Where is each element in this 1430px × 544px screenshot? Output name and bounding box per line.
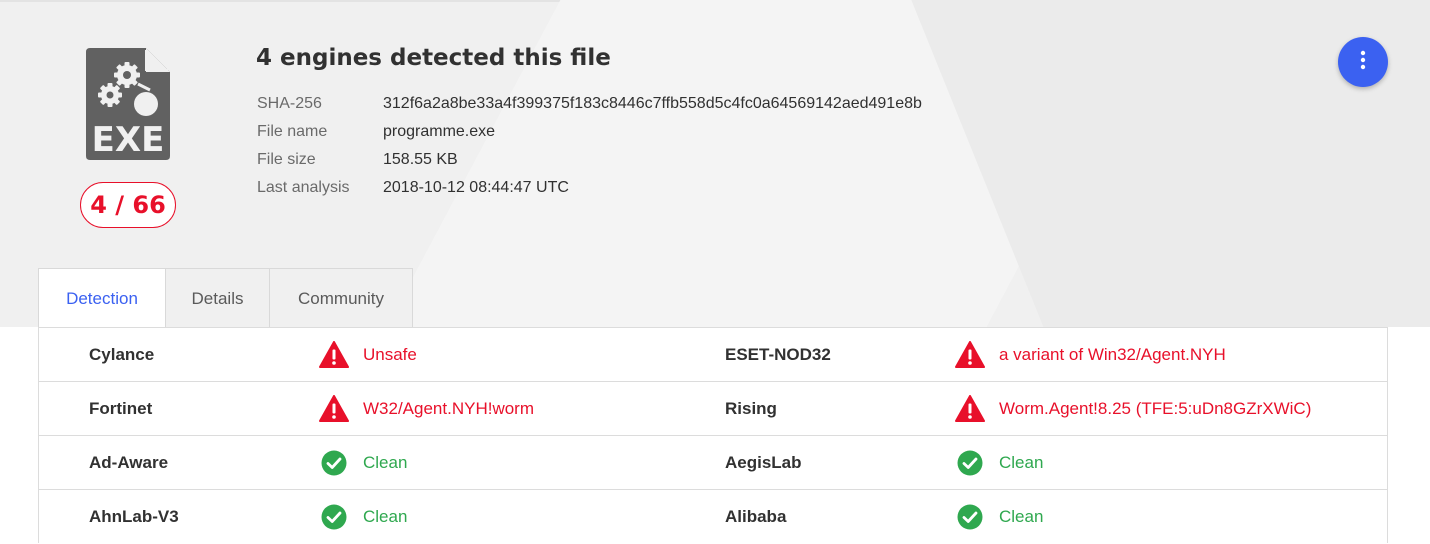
result-label: Clean [999, 452, 1044, 472]
tab-detection[interactable]: Detection [39, 269, 166, 329]
meta-row-sha256: SHA-256 312f6a2a8be33a4f399375f183c8446c… [257, 90, 922, 118]
engine-name: Rising [725, 398, 777, 418]
meta-key: File name [257, 123, 328, 140]
table-row: Fortinet W32/Agent.NYH!worm Rising Worm.… [39, 382, 1387, 436]
engine-name: Alibaba [725, 506, 787, 526]
tab-details[interactable]: Details [166, 269, 270, 328]
warning-triangle-icon [955, 394, 985, 424]
result-label: a variant of Win32/Agent.NYH [999, 344, 1226, 364]
result-label: Unsafe [363, 344, 417, 364]
detection-score-badge: 4 / 66 [80, 182, 176, 228]
warning-triangle-icon [955, 340, 985, 370]
table-row: Cylance Unsafe ESET-NOD32 a variant of W… [39, 328, 1387, 382]
detection-table: Cylance Unsafe ESET-NOD32 a variant of W… [38, 327, 1388, 543]
detection-result: Clean [319, 490, 407, 543]
svg-text:EXE: EXE [92, 120, 165, 160]
check-circle-icon [955, 502, 985, 532]
meta-row-file-name: File name programme.exe [257, 118, 922, 146]
check-circle-icon [319, 448, 349, 478]
detection-result: Unsafe [319, 328, 417, 381]
meta-row-last-analysis: Last analysis 2018-10-12 08:44:47 UTC [257, 174, 922, 202]
check-circle-icon [319, 502, 349, 532]
meta-value: 158.55 KB [383, 151, 458, 168]
page-title: 4 engines detected this file [256, 45, 611, 71]
engine-name: AhnLab-V3 [89, 506, 179, 526]
meta-value: 2018-10-12 08:44:47 UTC [383, 179, 569, 196]
detection-result: W32/Agent.NYH!worm [319, 382, 534, 435]
engine-name: Ad-Aware [89, 452, 169, 472]
meta-key: Last analysis [257, 179, 350, 196]
engine-name: Fortinet [89, 398, 153, 418]
table-row: AhnLab-V3 Clean Alibaba Clean [39, 490, 1387, 544]
tab-bar: Detection Details Community [38, 268, 413, 329]
more-options-button[interactable] [1338, 37, 1388, 87]
result-label: Clean [363, 452, 408, 472]
meta-key: File size [257, 151, 316, 168]
check-circle-icon [955, 448, 985, 478]
engine-name: ESET-NOD32 [725, 344, 831, 364]
result-label: W32/Agent.NYH!worm [363, 398, 534, 418]
tab-community[interactable]: Community [270, 269, 412, 328]
table-row: Ad-Aware Clean AegisLab Clean [39, 436, 1387, 490]
exe-file-icon: EXE [86, 48, 170, 160]
detection-result: Worm.Agent!8.25 (TFE:5:uDn8GZrXWiC) [955, 382, 1311, 435]
warning-triangle-icon [319, 340, 349, 370]
meta-value[interactable]: 312f6a2a8be33a4f399375f183c8446c7ffb558d… [383, 95, 922, 113]
more-vertical-icon [1360, 50, 1366, 75]
result-label: Worm.Agent!8.25 (TFE:5:uDn8GZrXWiC) [999, 398, 1312, 418]
result-label: Clean [363, 506, 408, 526]
warning-triangle-icon [319, 394, 349, 424]
detection-result: a variant of Win32/Agent.NYH [955, 328, 1226, 381]
meta-row-file-size: File size 158.55 KB [257, 146, 922, 174]
engine-name: AegisLab [725, 452, 802, 472]
detection-result: Clean [319, 436, 407, 489]
meta-value: programme.exe [383, 123, 496, 140]
engine-name: Cylance [89, 344, 155, 364]
detection-result: Clean [955, 436, 1043, 489]
file-metadata: SHA-256 312f6a2a8be33a4f399375f183c8446c… [257, 90, 922, 202]
result-label: Clean [999, 506, 1044, 526]
detection-result: Clean [955, 490, 1043, 543]
meta-key: SHA-256 [257, 95, 322, 112]
